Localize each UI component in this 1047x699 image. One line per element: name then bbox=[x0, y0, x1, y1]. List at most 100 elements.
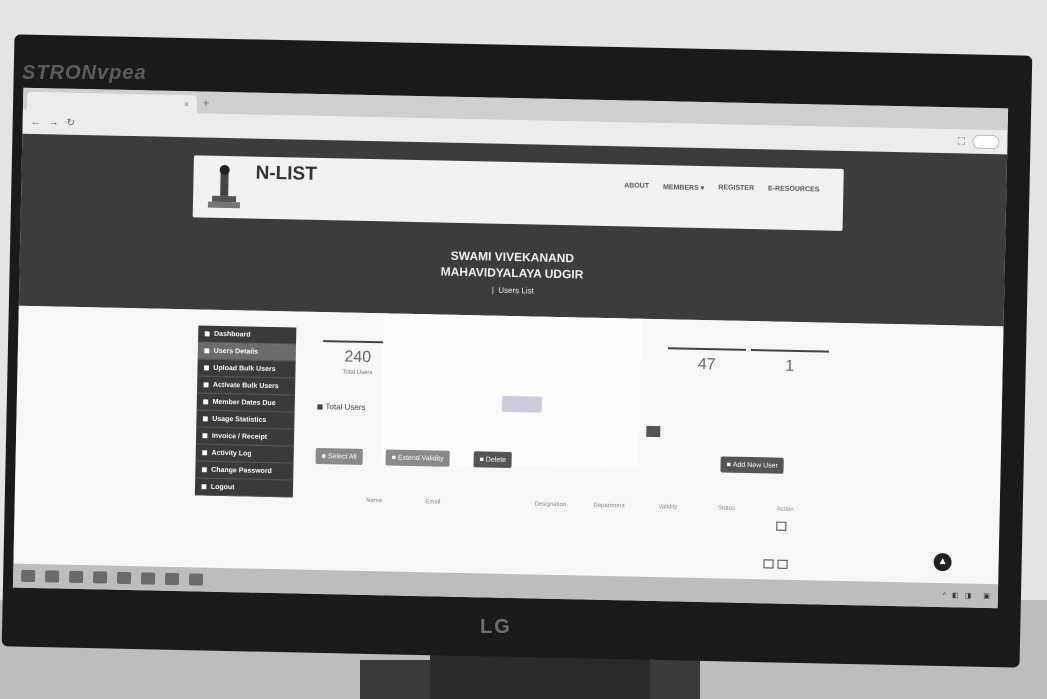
search-toggle-icon[interactable] bbox=[646, 425, 661, 438]
main-content: ◼ Dashboard ◼ Users Details ◼ Upload Bulk U… bbox=[13, 305, 1004, 585]
site-nav-block: ABOUT MEMBERS ▾ REGISTER E-RESOURCES bbox=[465, 161, 844, 231]
column-header[interactable]: Name bbox=[345, 498, 404, 505]
list-icon: ◼ bbox=[201, 449, 208, 457]
column-header[interactable]: Action bbox=[756, 506, 815, 513]
screen: × + ← → ↻ ⛶ N-LIST ABOUT MEMBERS ▾ REGIS… bbox=[12, 87, 1009, 609]
select-all-button[interactable]: ■ Select All bbox=[315, 447, 363, 465]
task-view-icon[interactable] bbox=[68, 570, 84, 584]
stat-card-third: 1 bbox=[750, 349, 830, 380]
sidebar-item-label: Invoice / Receipt bbox=[211, 432, 268, 441]
dashboard-icon: ◼ bbox=[204, 330, 211, 338]
key-icon: ◼ bbox=[201, 466, 208, 474]
upload-icon: ◼ bbox=[203, 364, 210, 372]
stat-value: 47 bbox=[697, 355, 716, 374]
sidebar-item-invoice-receipt[interactable]: ◼ Invoice / Receipt bbox=[195, 427, 295, 447]
nav-item-about[interactable]: ABOUT bbox=[624, 182, 649, 191]
site-header-card: N-LIST ABOUT MEMBERS ▾ REGISTER E-RESOUR… bbox=[192, 155, 844, 231]
stat-caption bbox=[667, 376, 745, 378]
monitor-brand-label: STRONvpea bbox=[22, 62, 147, 84]
row-checkbox[interactable] bbox=[776, 521, 787, 531]
dialog-button[interactable] bbox=[501, 395, 542, 413]
monitor-maker-logo: LG bbox=[480, 616, 512, 638]
nav-item-register[interactable]: REGISTER bbox=[718, 184, 754, 193]
browser-tab[interactable]: × bbox=[26, 91, 198, 114]
select-all-label: Select All bbox=[327, 452, 357, 461]
sidebar-item-label: Usage Statistics bbox=[212, 415, 267, 424]
new-tab-button[interactable]: + bbox=[197, 97, 215, 113]
browser-zoom-pill[interactable] bbox=[972, 134, 1000, 150]
site-brand[interactable]: N-LIST bbox=[255, 163, 465, 189]
chrome-icon[interactable] bbox=[188, 573, 204, 586]
sidebar-item-label: Member Dates Due bbox=[212, 398, 276, 407]
delete-button[interactable]: ■ Delete bbox=[473, 451, 513, 469]
row-action-checkbox[interactable] bbox=[763, 559, 774, 569]
volume-icon[interactable]: ◨ bbox=[965, 592, 972, 600]
stat-card-second: 47 bbox=[667, 347, 747, 378]
site-hero: N-LIST ABOUT MEMBERS ▾ REGISTER E-RESOUR… bbox=[18, 133, 1008, 327]
sidebar-item-upload-bulk-users[interactable]: ◼ Upload Bulk Users bbox=[197, 359, 296, 379]
extend-validity-button[interactable]: ■ Extend Validity bbox=[385, 449, 450, 467]
sidebar-item-activity-log[interactable]: ◼ Activity Log bbox=[195, 444, 294, 464]
sidebar-item-label: Change Password bbox=[211, 466, 272, 475]
breadcrumb-separator: | bbox=[491, 285, 494, 295]
breadcrumb-current: Users List bbox=[498, 285, 534, 296]
users-table-header: Name Email Designation Department Validi… bbox=[345, 498, 815, 514]
sidebar-item-dashboard[interactable]: ◼ Dashboard bbox=[198, 325, 297, 345]
total-users-label: Total Users bbox=[325, 402, 366, 412]
store-icon[interactable] bbox=[140, 572, 156, 585]
overlay-dialog bbox=[380, 313, 642, 469]
row-action-checkbox[interactable] bbox=[777, 559, 788, 569]
stat-caption bbox=[750, 378, 828, 380]
forward-arrow-icon[interactable]: → bbox=[49, 117, 59, 128]
site-brand-block: N-LIST bbox=[255, 157, 466, 223]
scroll-top-button[interactable]: ▲ bbox=[933, 552, 952, 572]
extend-validity-label: Extend Validity bbox=[397, 454, 444, 463]
browser-icon[interactable] bbox=[92, 571, 108, 584]
invoice-icon: ◼ bbox=[202, 432, 208, 440]
system-tray: ^ ◧ ◨ ▣ bbox=[943, 591, 990, 600]
add-new-user-button[interactable]: ■ Add New User bbox=[720, 456, 785, 474]
sidebar-item-label: Activity Log bbox=[211, 449, 252, 458]
taskbar-spacer bbox=[213, 580, 933, 595]
start-icon[interactable] bbox=[20, 569, 36, 583]
top-links bbox=[794, 176, 834, 177]
chevron-up-icon[interactable]: ^ bbox=[943, 592, 946, 599]
sidebar-item-usage-statistics[interactable]: ◼ Usage Statistics bbox=[196, 410, 295, 430]
users-icon: ◼ bbox=[316, 401, 324, 412]
column-header[interactable]: Department bbox=[580, 502, 639, 510]
sidebar-item-label: Users Details bbox=[213, 347, 259, 356]
sidebar-item-member-dates-due[interactable]: ◼ Member Dates Due bbox=[196, 393, 295, 413]
search-icon[interactable] bbox=[44, 570, 60, 583]
sidebar: ◼ Dashboard ◼ Users Details ◼ Upload Bulk U… bbox=[194, 325, 297, 498]
sidebar-item-label: Activate Bulk Users bbox=[212, 381, 279, 390]
column-header[interactable]: Status bbox=[697, 505, 756, 512]
sidebar-item-label: Dashboard bbox=[213, 330, 251, 339]
column-header[interactable]: Designation bbox=[521, 501, 580, 509]
nav-item-members[interactable]: MEMBERS ▾ bbox=[663, 183, 704, 192]
notification-icon[interactable]: ▣ bbox=[983, 592, 990, 600]
sidebar-item-logout[interactable]: ◼ Logout bbox=[194, 478, 294, 498]
sidebar-item-label: Logout bbox=[210, 483, 235, 491]
users-icon: ◼ bbox=[203, 347, 210, 355]
mail-icon[interactable] bbox=[164, 572, 180, 586]
back-arrow-icon[interactable]: ← bbox=[31, 116, 41, 127]
column-header[interactable]: Email bbox=[403, 499, 462, 506]
folder-icon[interactable] bbox=[116, 571, 132, 585]
delete-label: Delete bbox=[485, 456, 507, 464]
network-icon[interactable]: ◧ bbox=[952, 591, 959, 599]
total-users-filter: ◼ Total Users bbox=[317, 402, 366, 412]
nav-item-e-resources[interactable]: E-RESOURCES bbox=[768, 185, 819, 194]
sidebar-item-label: Upload Bulk Users bbox=[213, 364, 276, 373]
stat-value: 1 bbox=[785, 357, 795, 375]
sidebar-item-activate-bulk-users[interactable]: ◼ Activate Bulk Users bbox=[196, 376, 296, 396]
sidebar-item-change-password[interactable]: ◼ Change Password bbox=[195, 461, 294, 481]
close-icon[interactable]: × bbox=[184, 99, 189, 109]
sidebar-item-users-details[interactable]: ◼ Users Details bbox=[197, 342, 297, 362]
column-header[interactable]: Validity bbox=[638, 504, 697, 511]
reload-icon[interactable]: ↻ bbox=[67, 117, 76, 128]
add-new-user-label: Add New User bbox=[732, 461, 778, 470]
site-logo[interactable] bbox=[199, 161, 250, 212]
fullscreen-icon[interactable]: ⛶ bbox=[958, 136, 965, 147]
chart-icon: ◼ bbox=[202, 415, 209, 423]
column-header[interactable] bbox=[462, 500, 521, 507]
